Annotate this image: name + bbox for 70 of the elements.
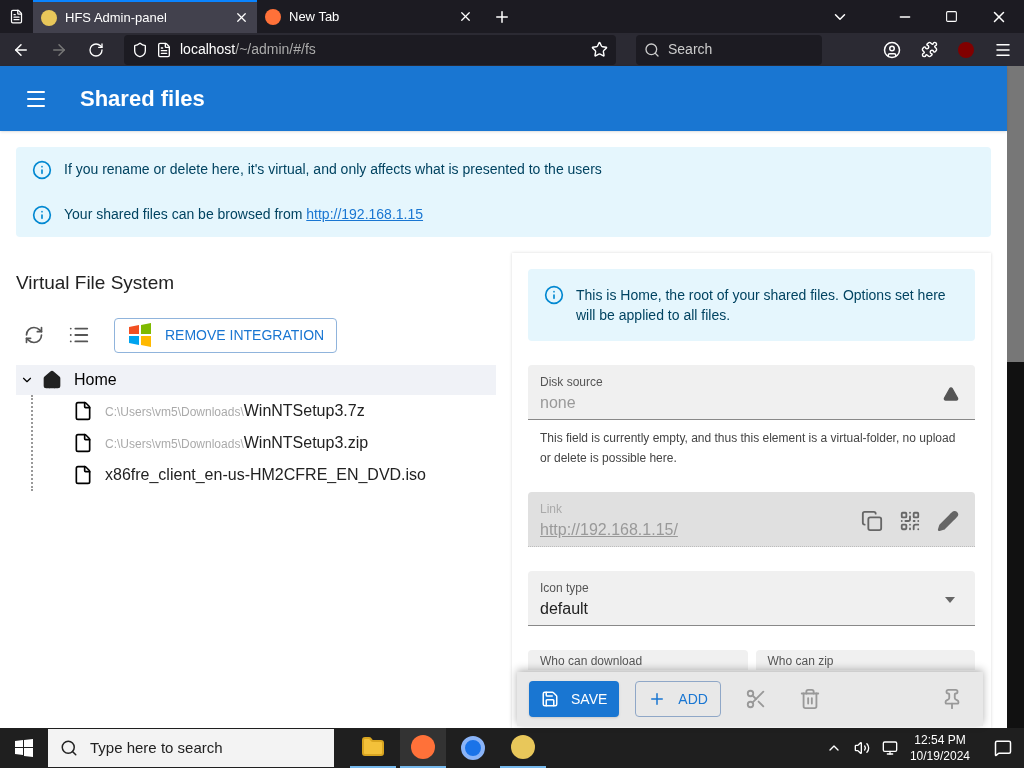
notifications-icon[interactable] bbox=[994, 739, 1012, 757]
disk-source-field[interactable]: Disk source none bbox=[528, 365, 975, 420]
file-icon bbox=[73, 464, 93, 485]
alert-text: Your shared files can be browsed from http://192.168.1.15 bbox=[64, 205, 424, 224]
remove-integration-button[interactable]: REMOVE INTEGRATION bbox=[114, 317, 338, 353]
search-icon bbox=[60, 739, 78, 757]
windows-logo-icon bbox=[127, 323, 153, 347]
ip-link[interactable]: http://192.168.1.15 bbox=[306, 206, 424, 222]
icon-type-select[interactable]: Icon type default bbox=[528, 571, 975, 626]
url-text: localhost/~/admin/#/fs bbox=[180, 40, 317, 59]
tab-favicon-icon bbox=[41, 9, 57, 26]
bookmark-star-icon[interactable] bbox=[591, 41, 608, 58]
folder-icon[interactable] bbox=[361, 735, 385, 759]
speaker-icon[interactable] bbox=[853, 740, 870, 756]
file-icon bbox=[73, 432, 93, 453]
shield-icon[interactable] bbox=[132, 41, 148, 58]
tree-item[interactable]: x86fre_client_en-us-HM2CFRE_EN_DVD.iso bbox=[33, 458, 496, 491]
permission-field[interactable]: Who can download bbox=[528, 650, 748, 670]
tree-item[interactable]: C:\Users\vm5\Downloads\WinNTSetup3.zip bbox=[33, 426, 496, 459]
app-icon[interactable] bbox=[511, 735, 535, 759]
save-button[interactable]: SAVE bbox=[529, 681, 620, 717]
info-icon bbox=[32, 159, 52, 180]
close-icon[interactable] bbox=[458, 9, 473, 24]
section-title: Virtual File System bbox=[16, 271, 176, 295]
close-icon[interactable] bbox=[234, 10, 249, 25]
windows-start-icon[interactable] bbox=[15, 739, 33, 757]
dropdown-caret-icon[interactable] bbox=[945, 597, 955, 603]
field-label: Disk source bbox=[540, 374, 604, 391]
file-icon bbox=[73, 400, 93, 421]
tab-title: HFS Admin-panel bbox=[65, 8, 168, 27]
field-label: Who can download bbox=[540, 654, 644, 668]
search-icon bbox=[644, 41, 660, 58]
tab-favicon-icon bbox=[265, 8, 281, 25]
page-icon[interactable] bbox=[156, 41, 172, 58]
helper-text: This field is currently empty, and thus this element is a virtual-folder, no upload or delete is possible here. bbox=[539, 430, 957, 467]
field-label: Who can zip bbox=[767, 654, 835, 668]
save-icon bbox=[541, 690, 559, 708]
page-title: Shared files bbox=[80, 85, 205, 113]
permission-field[interactable]: Who can zip bbox=[755, 650, 975, 670]
reload-icon[interactable] bbox=[88, 41, 104, 58]
tab-title: New Tab bbox=[289, 7, 341, 26]
file-name: x86fre_client_en-us-HM2CFRE_EN_DVD.iso bbox=[105, 464, 426, 485]
extensions-icon[interactable] bbox=[921, 41, 938, 58]
info-icon bbox=[544, 285, 564, 305]
tree-item[interactable]: Home bbox=[16, 364, 496, 395]
info-text: This is Home, the root of your shared files. Options set here will be applied to all files. bbox=[576, 286, 947, 325]
file-name: C:\Users\vm5\Downloads\WinNTSetup3.7z bbox=[105, 400, 365, 421]
field-label: Icon type bbox=[540, 580, 590, 597]
home-icon bbox=[42, 369, 62, 390]
scrollbar-thumb[interactable] bbox=[1007, 66, 1024, 362]
add-button[interactable]: ADD bbox=[635, 681, 721, 717]
file-name: C:\Users\vm5\Downloads\WinNTSetup3.zip bbox=[105, 432, 369, 453]
clock-time: 12:54 PM bbox=[914, 732, 966, 748]
browser-tab[interactable]: HFS Admin-panel bbox=[33, 0, 257, 33]
clock-date: 10/19/2024 bbox=[909, 748, 970, 764]
search-field[interactable]: Search bbox=[636, 34, 822, 65]
restore-icon[interactable] bbox=[945, 10, 958, 23]
tree-label: Home bbox=[74, 369, 117, 390]
account-icon[interactable] bbox=[883, 40, 901, 59]
browser-tab[interactable]: New Tab bbox=[257, 0, 481, 33]
select-value: default bbox=[540, 599, 590, 619]
field-input: none bbox=[540, 391, 943, 415]
taskbar-search-field[interactable]: Type here to search bbox=[48, 729, 334, 767]
tree-item[interactable]: C:\Users\vm5\Downloads\WinNTSetup3.7z bbox=[33, 394, 496, 427]
alert-text: If you rename or delete here, it's virtual, and only affects what is presented to the users bbox=[64, 160, 602, 179]
info-icon bbox=[32, 204, 52, 225]
network-icon[interactable] bbox=[881, 740, 898, 756]
refresh-icon[interactable] bbox=[24, 325, 44, 345]
address-bar[interactable]: localhost/~/admin/#/fs bbox=[124, 34, 616, 65]
eject-icon[interactable] bbox=[943, 386, 959, 402]
